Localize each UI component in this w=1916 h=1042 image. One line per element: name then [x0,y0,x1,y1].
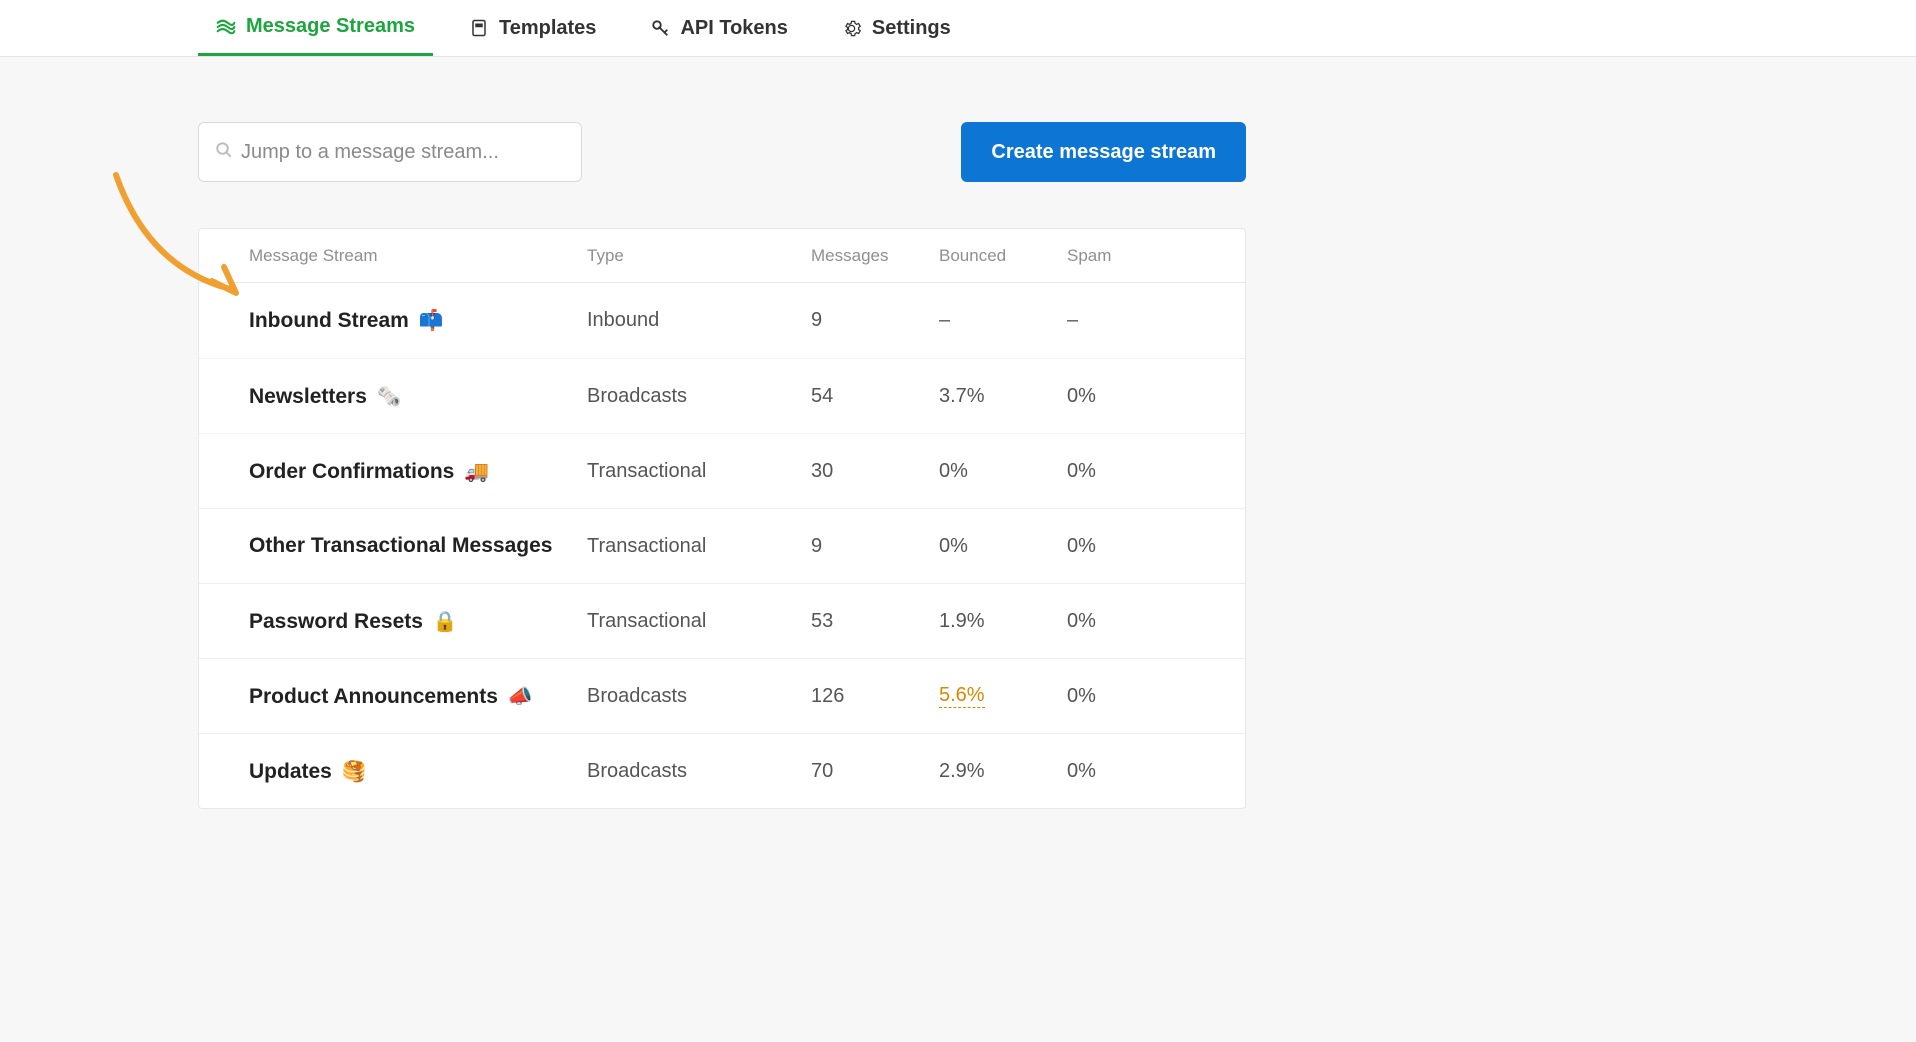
stream-messages: 70 [811,760,939,783]
stream-name-text: Product Announcements [249,685,498,708]
stream-spam: – [1067,309,1177,332]
templates-icon [469,18,489,38]
stream-spam: 0% [1067,385,1177,408]
stream-bounced: 3.7% [939,385,1067,408]
table-row[interactable]: Other Transactional Messages Transactiona… [199,508,1245,583]
stream-messages: 9 [811,309,939,332]
stream-type: Transactional [587,535,811,558]
nav-tab-label: Settings [872,17,951,40]
stream-bounced: 5.6% [939,684,1067,708]
stream-type: Transactional [587,460,811,483]
streams-table: Message Stream Type Messages Bounced Spa… [198,228,1246,809]
stream-bounced: 0% [939,535,1067,558]
stream-bounced: 1.9% [939,610,1067,633]
nav-tab-label: Message Streams [246,15,415,38]
table-row[interactable]: Inbound Stream 📫Inbound9–– [199,283,1245,358]
stream-type: Broadcasts [587,760,811,783]
table-row[interactable]: Newsletters 🗞️Broadcasts543.7%0% [199,358,1245,433]
stream-name: Updates 🥞 [249,759,587,784]
search-box[interactable] [198,122,582,182]
stream-spam: 0% [1067,610,1177,633]
nav-tab-templates[interactable]: Templates [451,0,614,56]
stream-spam: 0% [1067,460,1177,483]
stream-name-text: Newsletters [249,385,367,408]
stream-name-text: Other Transactional Messages [249,534,552,557]
stream-name-text: Updates [249,760,332,783]
stream-spam: 0% [1067,760,1177,783]
stream-type: Transactional [587,610,811,633]
stream-emoji-icon: 📫 [419,310,444,332]
table-row[interactable]: Updates 🥞Broadcasts702.9%0% [199,733,1245,808]
nav-tab-label: API Tokens [680,17,787,40]
stream-messages: 30 [811,460,939,483]
stream-emoji-icon: 🗞️ [377,386,402,408]
create-message-stream-button[interactable]: Create message stream [961,122,1246,182]
table-header-row: Message Stream Type Messages Bounced Spa… [199,229,1245,283]
key-icon [650,18,670,38]
search-input[interactable] [241,141,565,164]
col-header-name: Message Stream [249,246,587,266]
bounced-value: 0% [939,535,968,557]
stream-spam: 0% [1067,535,1177,558]
stream-bounced: – [939,309,1067,332]
stream-type: Broadcasts [587,685,811,708]
streams-icon [216,17,236,37]
bounced-value: 1.9% [939,610,985,632]
col-header-type: Type [587,246,811,266]
bounced-value: 5.6% [939,684,985,708]
stream-messages: 53 [811,610,939,633]
stream-name: Order Confirmations 🚚 [249,459,587,484]
col-header-bounced: Bounced [939,246,1067,266]
nav-tab-api-tokens[interactable]: API Tokens [632,0,805,56]
stream-name-text: Order Confirmations [249,460,454,483]
stream-name: Newsletters 🗞️ [249,384,587,409]
action-row: Create message stream [198,122,1246,182]
nav-tab-label: Templates [499,17,596,40]
stream-emoji-icon: 🚚 [464,461,489,483]
stream-name-text: Password Resets [249,610,423,633]
col-header-spam: Spam [1067,246,1177,266]
stream-name: Other Transactional Messages [249,534,587,558]
stream-messages: 54 [811,385,939,408]
stream-type: Inbound [587,309,811,332]
bounced-value: – [939,309,950,331]
search-icon [215,141,233,164]
stream-name-text: Inbound Stream [249,309,409,332]
main-content: Create message stream Message Stream Typ… [0,57,1916,849]
top-nav: Message Streams Templates API Tokens Settin… [0,0,1916,57]
stream-emoji-icon: 📣 [508,686,533,708]
stream-spam: 0% [1067,685,1177,708]
gear-icon [842,18,862,38]
bounced-value: 0% [939,460,968,482]
stream-name: Inbound Stream 📫 [249,308,587,333]
table-row[interactable]: Order Confirmations 🚚Transactional300%0% [199,433,1245,508]
stream-bounced: 0% [939,460,1067,483]
stream-messages: 126 [811,685,939,708]
stream-emoji-icon: 🔒 [433,611,458,633]
table-row[interactable]: Product Announcements 📣Broadcasts1265.6%… [199,658,1245,733]
stream-type: Broadcasts [587,385,811,408]
table-row[interactable]: Password Resets 🔒Transactional531.9%0% [199,583,1245,658]
stream-bounced: 2.9% [939,760,1067,783]
stream-messages: 9 [811,535,939,558]
stream-name: Password Resets 🔒 [249,609,587,634]
stream-name: Product Announcements 📣 [249,684,587,709]
nav-tab-message-streams[interactable]: Message Streams [198,0,433,56]
bounced-value: 3.7% [939,385,985,407]
bounced-value: 2.9% [939,760,985,782]
stream-emoji-icon: 🥞 [342,761,367,783]
col-header-messages: Messages [811,246,939,266]
nav-tab-settings[interactable]: Settings [824,0,969,56]
